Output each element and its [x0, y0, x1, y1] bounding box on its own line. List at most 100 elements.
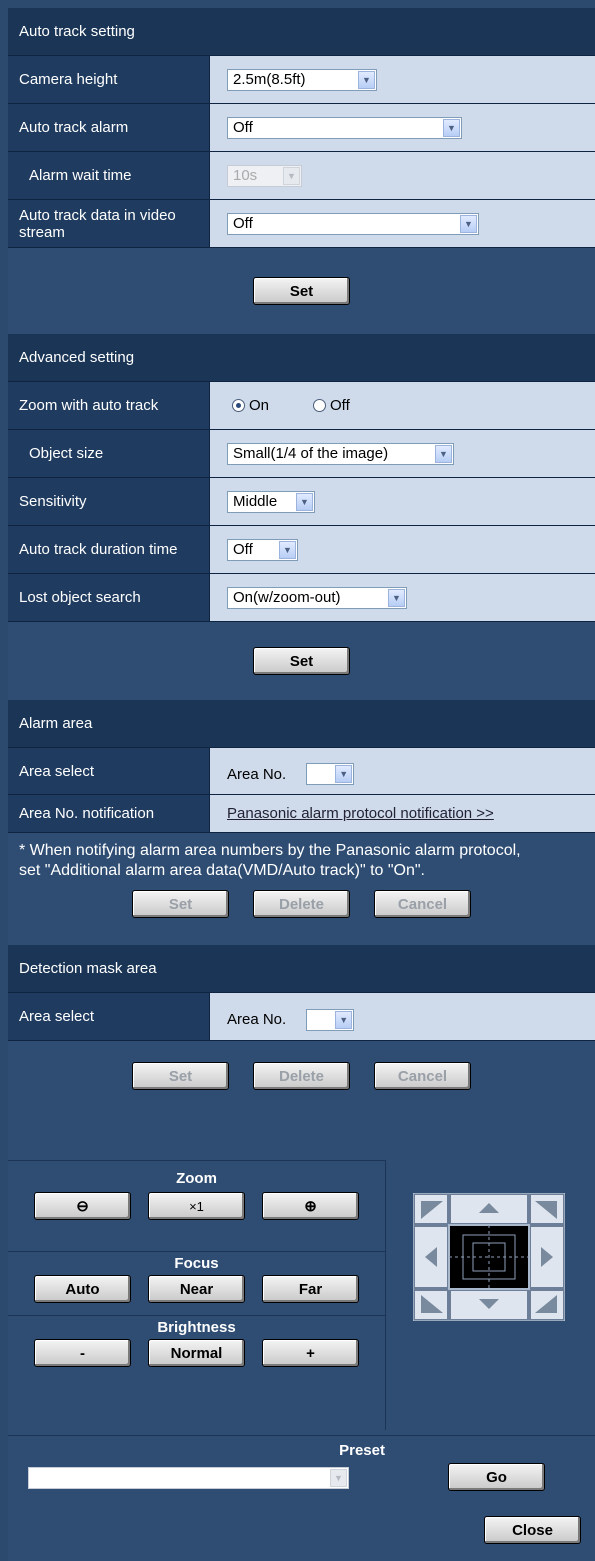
lost-search-select[interactable]: On(w/zoom-out) ▼	[227, 586, 407, 609]
preset-title: Preset	[339, 1442, 385, 1459]
chevron-down-icon: ▼	[279, 540, 296, 559]
auto-track-set-button[interactable]: Set	[253, 277, 350, 305]
object-size-value: Small(1/4 of the image)	[233, 445, 389, 462]
advanced-set-area: Set	[8, 622, 595, 700]
alarm-area-header: Alarm area	[8, 700, 595, 748]
preset-select[interactable]: ▼	[28, 1467, 349, 1489]
brightness-plus-button[interactable]: +	[262, 1339, 359, 1367]
sensitivity-label: Sensitivity	[8, 478, 210, 525]
notification-link[interactable]: Panasonic alarm protocol notification >>	[227, 805, 494, 822]
mask-area-set-button[interactable]: Set	[132, 1062, 229, 1090]
mask-area-delete-button[interactable]: Delete	[253, 1062, 350, 1090]
data-in-stream-row: Auto track data in video stream Off ▼	[8, 200, 595, 248]
alarm-wait-value: 10s	[233, 167, 258, 184]
notification-row: Area No. notification Panasonic alarm pr…	[8, 795, 595, 833]
chevron-down-icon: ▼	[335, 1010, 353, 1029]
focus-near-button[interactable]: Near	[148, 1275, 245, 1303]
zoom-in-icon: ⊕	[304, 1198, 317, 1215]
mask-area-no-select[interactable]: ▼	[306, 1008, 355, 1031]
close-button[interactable]: Close	[484, 1516, 581, 1544]
chevron-down-icon: ▼	[283, 166, 300, 185]
data-in-stream-label: Auto track data in video stream	[8, 200, 210, 247]
focus-title: Focus	[174, 1255, 219, 1272]
camera-height-select[interactable]: 2.5m(8.5ft) ▼	[227, 68, 377, 91]
auto-track-alarm-select[interactable]: Off ▼	[227, 116, 462, 139]
alarm-area-buttons: Set Delete Cancel	[8, 881, 595, 927]
chevron-down-icon: ▼	[358, 70, 375, 89]
focus-auto-button[interactable]: Auto	[34, 1275, 131, 1303]
chevron-down-icon: ▼	[443, 118, 460, 137]
auto-track-set-area: Set	[8, 248, 595, 334]
zoom-out-icon: ⊖	[76, 1198, 89, 1215]
zoom-on-label: On	[249, 397, 270, 414]
zoom-auto-track-row: Zoom with auto track On Off	[8, 382, 595, 430]
object-size-row: Object size Small(1/4 of the image) ▼	[8, 430, 595, 478]
data-in-stream-value: Off	[233, 215, 253, 232]
alarm-wait-label: Alarm wait time	[8, 152, 210, 199]
zoom-group: Zoom ⊖ ×1 ⊕	[8, 1161, 385, 1252]
alarm-wait-row: Alarm wait time 10s ▼	[8, 152, 595, 200]
mask-area-header: Detection mask area	[8, 945, 595, 993]
alarm-area-select-label: Area select	[8, 748, 210, 794]
radio-selected-icon	[232, 399, 245, 412]
preset-area: Preset ▼ Go	[8, 1435, 595, 1506]
brightness-group: Brightness - Normal +	[8, 1316, 385, 1382]
preset-go-button[interactable]: Go	[448, 1463, 545, 1491]
auto-track-alarm-row: Auto track alarm Off ▼	[8, 104, 595, 152]
zoom-off-option[interactable]: Off	[313, 397, 350, 414]
zoom-auto-track-label: Zoom with auto track	[8, 382, 210, 429]
focus-group: Focus Auto Near Far	[8, 1252, 385, 1316]
advanced-set-button[interactable]: Set	[253, 647, 350, 675]
note-line-1: * When notifying alarm area numbers by t…	[19, 842, 521, 859]
duration-label: Auto track duration time	[8, 526, 210, 573]
zoom-in-button[interactable]: ⊕	[262, 1192, 359, 1220]
chevron-down-icon: ▼	[335, 765, 353, 783]
alarm-area-cancel-button[interactable]: Cancel	[374, 890, 471, 918]
mask-area-cancel-button[interactable]: Cancel	[374, 1062, 471, 1090]
alarm-area-set-button[interactable]: Set	[132, 890, 229, 918]
sensitivity-select[interactable]: Middle ▼	[227, 490, 315, 513]
focus-far-button[interactable]: Far	[262, 1275, 359, 1303]
zoom-x1-button[interactable]: ×1	[148, 1192, 245, 1220]
chevron-down-icon: ▼	[330, 1469, 347, 1487]
ptz-control-pad[interactable]	[413, 1193, 565, 1321]
object-size-select[interactable]: Small(1/4 of the image) ▼	[227, 442, 454, 465]
chevron-down-icon: ▼	[435, 444, 452, 463]
alarm-area-delete-button[interactable]: Delete	[253, 890, 350, 918]
camera-height-row: Camera height 2.5m(8.5ft) ▼	[8, 56, 595, 104]
data-in-stream-select[interactable]: Off ▼	[227, 212, 479, 235]
alarm-area-title: Alarm area	[19, 715, 93, 732]
settings-page: Auto track setting Camera height 2.5m(8.…	[8, 8, 595, 1561]
chevron-down-icon: ▼	[296, 492, 313, 511]
auto-track-header: Auto track setting	[8, 8, 595, 56]
object-size-label: Object size	[8, 430, 210, 477]
alarm-area-no-select[interactable]: ▼	[306, 763, 355, 785]
note-line-2: set "Additional alarm area data(VMD/Auto…	[19, 862, 425, 879]
sensitivity-value: Middle	[233, 493, 278, 510]
lost-search-value: On(w/zoom-out)	[233, 589, 341, 606]
alarm-wait-select: 10s ▼	[227, 164, 302, 187]
auto-track-title: Auto track setting	[19, 23, 135, 40]
brightness-title: Brightness	[157, 1319, 236, 1336]
brightness-normal-button[interactable]: Normal	[148, 1339, 245, 1367]
camera-height-label: Camera height	[8, 56, 210, 103]
brightness-minus-button[interactable]: -	[34, 1339, 131, 1367]
sensitivity-row: Sensitivity Middle ▼	[8, 478, 595, 526]
zoom-off-label: Off	[330, 397, 350, 414]
mask-area-buttons: Set Delete Cancel	[8, 1041, 595, 1111]
lost-search-label: Lost object search	[8, 574, 210, 621]
auto-track-alarm-value: Off	[233, 119, 253, 136]
mask-area-select-row: Area select Area No. ▼	[8, 993, 595, 1041]
advanced-title: Advanced setting	[19, 349, 135, 366]
duration-select[interactable]: Off ▼	[227, 538, 298, 561]
alarm-area-no-label: Area No.	[227, 765, 287, 783]
alarm-area-note: * When notifying alarm area numbers by t…	[8, 833, 595, 881]
mask-area-no-label: Area No.	[227, 1011, 287, 1028]
chevron-down-icon: ▼	[460, 214, 477, 233]
duration-row: Auto track duration time Off ▼	[8, 526, 595, 574]
zoom-out-button[interactable]: ⊖	[34, 1192, 131, 1220]
chevron-down-icon: ▼	[388, 588, 405, 607]
zoom-on-option[interactable]: On	[232, 397, 269, 414]
notification-label: Area No. notification	[8, 795, 210, 832]
zoom-title: Zoom	[176, 1170, 217, 1187]
